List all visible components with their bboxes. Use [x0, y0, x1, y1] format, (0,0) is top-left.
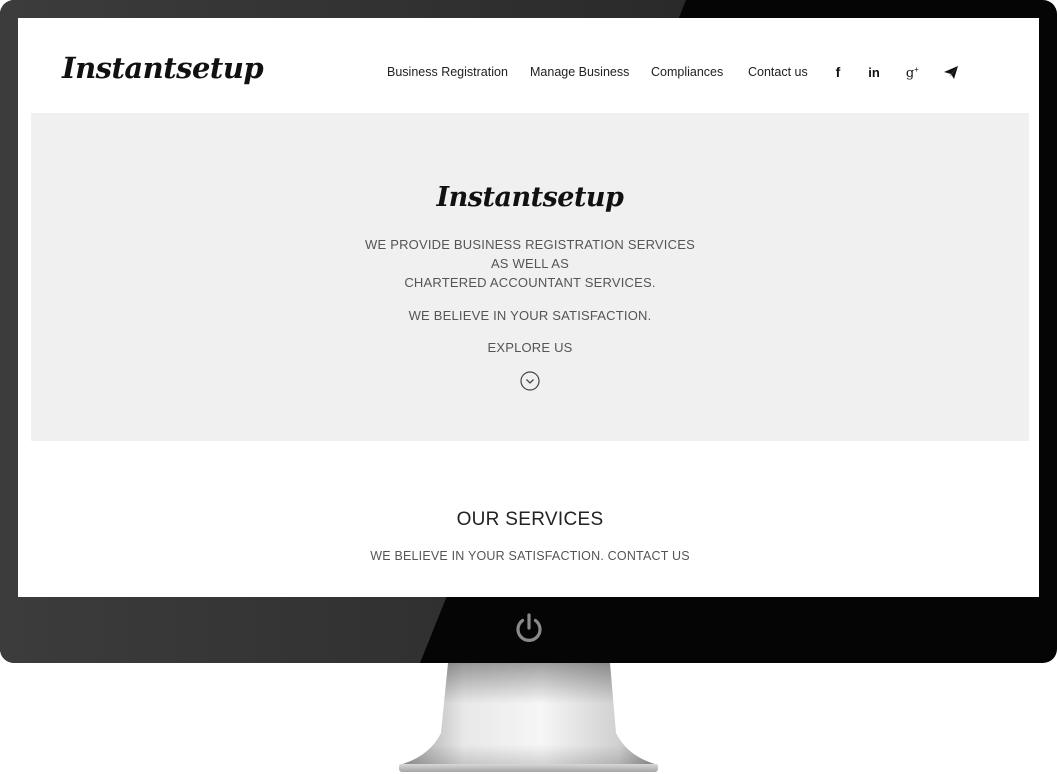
svg-text:g: g [906, 66, 914, 81]
hero-tagline: WE BELIEVE IN YOUR SATISFACTION. [408, 308, 652, 323]
nav-business-registration[interactable]: Business Registration [387, 65, 508, 79]
site-header: Instantsetup Business Registration Manag… [31, 31, 1029, 113]
svg-text:+: + [914, 65, 919, 74]
monitor-screen: Instantsetup Business Registration Manag… [18, 18, 1039, 597]
hero-logo: Instantsetup [436, 182, 624, 213]
svg-text:f: f [836, 64, 841, 80]
facebook-icon[interactable]: f [827, 61, 849, 83]
monitor-frame: Instantsetup Business Registration Manag… [0, 0, 1057, 663]
google-plus-icon[interactable]: g + [901, 61, 923, 83]
hero-line-3: CHARTERED ACCOUNTANT SERVICES. [404, 275, 656, 290]
monitor-stand [399, 663, 658, 772]
hero-line-2: AS WELL AS [490, 256, 570, 271]
hero-section: Instantsetup WE PROVIDE BUSINESS REGISTR… [31, 113, 1029, 441]
services-title: OUR SERVICES [456, 509, 604, 530]
nav-manage-business[interactable]: Manage Business [530, 65, 629, 79]
nav-compliances[interactable]: Compliances [651, 65, 723, 79]
chevron-down-circle-icon[interactable] [519, 370, 541, 392]
hero-line-1: WE PROVIDE BUSINESS REGISTRATION SERVICE… [365, 237, 695, 252]
nav-contact-us[interactable]: Contact us [748, 65, 808, 79]
telegram-icon[interactable] [940, 61, 962, 83]
services-section: OUR SERVICES WE BELIEVE IN YOUR SATISFAC… [31, 441, 1029, 597]
services-subtitle: WE BELIEVE IN YOUR SATISFACTION. CONTACT… [370, 549, 690, 563]
website: Instantsetup Business Registration Manag… [31, 31, 1029, 597]
linkedin-icon[interactable]: in [863, 61, 885, 83]
explore-us-label[interactable]: EXPLORE US [31, 340, 1029, 355]
svg-text:in: in [868, 65, 880, 80]
brand-logo[interactable]: Instantsetup [62, 51, 264, 85]
power-icon [516, 613, 542, 642]
